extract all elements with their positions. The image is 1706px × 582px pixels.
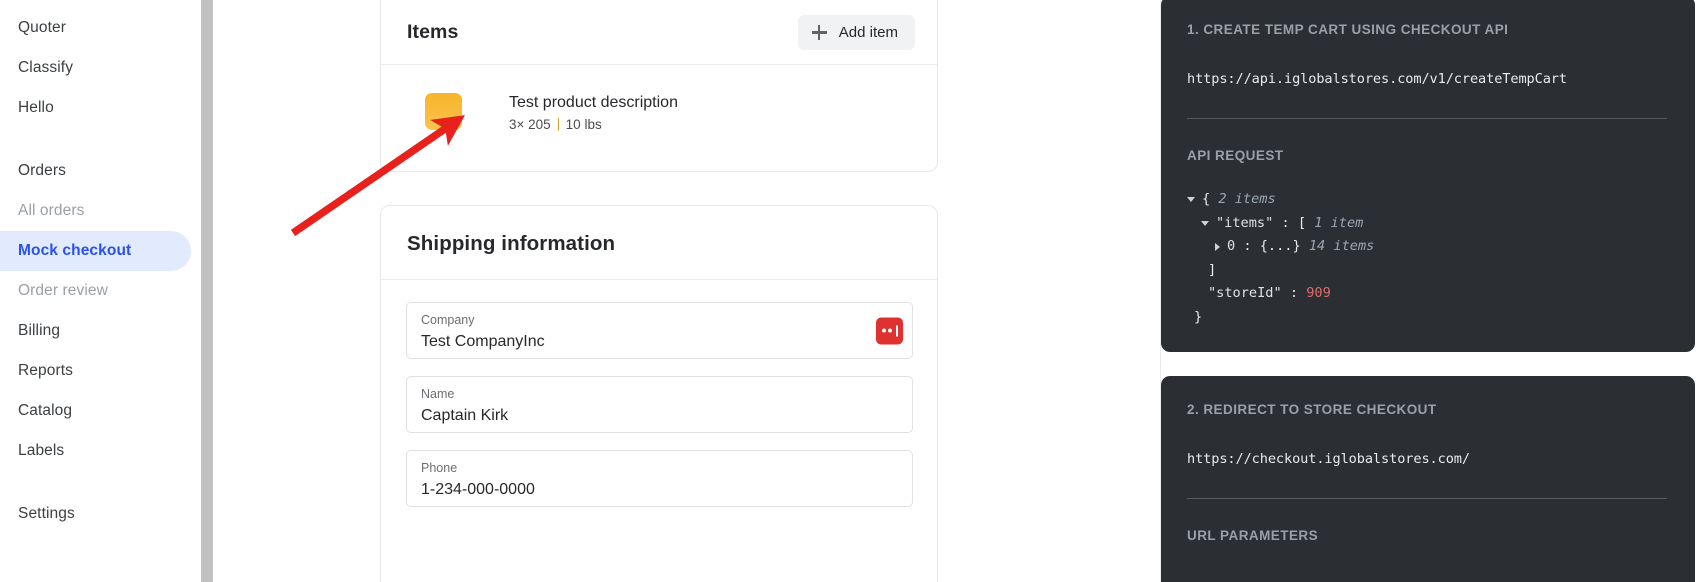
shipping-title: Shipping information xyxy=(407,231,616,255)
divider xyxy=(1187,118,1667,119)
sidebar-item-classify[interactable]: Classify xyxy=(0,48,191,88)
sidebar-item-label: Classify xyxy=(18,59,74,76)
sidebar-item-mock-checkout[interactable]: Mock checkout xyxy=(0,231,191,271)
sidebar-item-label: Settings xyxy=(18,505,75,522)
phone-value: 1-234-000-0000 xyxy=(421,481,535,498)
json-row-root[interactable]: { 2 items xyxy=(1187,188,1667,212)
json-item0-count: 14 items xyxy=(1308,238,1375,254)
company-label: Company xyxy=(421,313,475,327)
page-scrollbar[interactable] xyxy=(200,0,214,582)
json-row-storeid[interactable]: "storeId" : 909 xyxy=(1187,282,1667,306)
phone-label: Phone xyxy=(421,461,458,475)
shipping-card-header: Shipping information xyxy=(381,206,937,280)
product-weight: 10 lbs xyxy=(565,117,602,132)
step-2-url[interactable]: https://checkout.iglobalstores.com/ xyxy=(1187,451,1667,467)
json-row-array-close: ] xyxy=(1208,261,1217,278)
text-cursor xyxy=(895,325,898,336)
step-1-title: 1. CREATE TEMP CART USING CHECKOUT API xyxy=(1187,22,1509,37)
divider xyxy=(1187,498,1667,499)
sidebar-item-label: Mock checkout xyxy=(18,242,132,259)
dot-2 xyxy=(888,328,892,333)
sidebar-item-quoter[interactable]: Quoter xyxy=(0,8,191,48)
product-name: Test product description xyxy=(509,94,678,111)
json-root-count: 2 items xyxy=(1218,191,1276,207)
step-2-title: 2. REDIRECT TO STORE CHECKOUT xyxy=(1187,402,1437,417)
sidebar-item-label: Order review xyxy=(18,282,108,299)
sidebar-item-billing[interactable]: Billing xyxy=(0,311,191,351)
app-root: Quoter Classify Hello Orders All orders … xyxy=(0,0,1706,582)
main-content: Items Add item Test product description … xyxy=(213,0,1160,582)
api-steps-panel: 1. CREATE TEMP CART USING CHECKOUT API h… xyxy=(1160,0,1706,582)
sidebar-item-orders[interactable]: Orders xyxy=(0,151,191,191)
dot-1 xyxy=(881,328,886,333)
name-value: Captain Kirk xyxy=(421,407,509,424)
json-items-count: 1 item xyxy=(1314,214,1364,231)
sidebar-item-label: Hello xyxy=(18,99,54,116)
chevron-down-icon[interactable] xyxy=(1201,220,1209,226)
items-title: Items xyxy=(407,21,459,43)
items-card: Items Add item Test product description … xyxy=(380,0,938,172)
json-row-root-close: } xyxy=(1194,308,1203,325)
add-item-button[interactable]: Add item xyxy=(797,15,915,50)
name-field[interactable]: Name Captain Kirk xyxy=(406,376,913,433)
sidebar: Quoter Classify Hello Orders All orders … xyxy=(0,0,200,582)
step-1-panel: 1. CREATE TEMP CART USING CHECKOUT API h… xyxy=(1161,0,1695,352)
sidebar-item-hello[interactable]: Hello xyxy=(0,88,191,128)
step-2-panel: 2. REDIRECT TO STORE CHECKOUT https://ch… xyxy=(1161,376,1695,582)
product-info: Test product description 3× 205 10 lbs xyxy=(509,93,678,132)
name-label: Name xyxy=(421,387,455,401)
sidebar-divider-gap xyxy=(0,128,200,151)
sidebar-item-label: Orders xyxy=(18,162,66,179)
product-quantity: 3× 205 xyxy=(509,117,551,132)
chevron-down-icon[interactable] xyxy=(1187,197,1195,203)
product-thumbnail xyxy=(425,93,462,130)
shipping-fields: Company Test CompanyInc Name Captain Kir… xyxy=(381,280,937,507)
item-list-row[interactable]: Test product description 3× 205 10 lbs xyxy=(381,65,937,132)
json-row-item-0[interactable]: 0 : {...} 14 items xyxy=(1187,235,1667,259)
sidebar-item-labels[interactable]: Labels xyxy=(0,431,191,471)
json-storeid-value: 909 xyxy=(1306,285,1331,301)
sidebar-item-label: Catalog xyxy=(18,402,73,419)
sidebar-item-catalog[interactable]: Catalog xyxy=(0,391,191,431)
sidebar-item-all-orders[interactable]: All orders xyxy=(0,191,191,231)
sidebar-item-label: Reports xyxy=(18,362,73,379)
sidebar-divider-gap-2 xyxy=(0,471,200,494)
dots-badge-icon[interactable] xyxy=(876,317,903,344)
shipping-information-card: Shipping information Company Test Compan… xyxy=(380,205,938,582)
product-meta: 3× 205 10 lbs xyxy=(509,117,678,132)
sidebar-item-label: Labels xyxy=(18,442,65,459)
plus-icon xyxy=(811,25,827,40)
sidebar-item-label: All orders xyxy=(18,202,85,219)
phone-field[interactable]: Phone 1-234-000-0000 xyxy=(406,450,913,507)
company-field[interactable]: Company Test CompanyInc xyxy=(406,302,913,359)
sidebar-item-settings[interactable]: Settings xyxy=(0,494,191,534)
sidebar-item-label: Quoter xyxy=(18,19,66,36)
url-parameters-label: URL PARAMETERS xyxy=(1187,528,1319,543)
add-item-label: Add item xyxy=(838,24,898,41)
sidebar-item-label: Billing xyxy=(18,322,61,339)
sidebar-item-order-review[interactable]: Order review xyxy=(0,271,191,311)
api-request-label: API REQUEST xyxy=(1187,148,1284,163)
chevron-right-icon[interactable] xyxy=(1215,242,1220,251)
step-1-url[interactable]: https://api.iglobalstores.com/v1/createT… xyxy=(1187,71,1667,87)
items-card-header: Items Add item xyxy=(381,0,937,65)
sidebar-item-reports[interactable]: Reports xyxy=(0,351,191,391)
json-row-items[interactable]: "items" : [ 1 item xyxy=(1187,212,1667,236)
company-value: Test CompanyInc xyxy=(421,333,545,350)
meta-separator xyxy=(557,118,559,131)
json-tree-viewer[interactable]: { 2 items "items" : [ 1 item 0 : {...} 1… xyxy=(1187,188,1667,329)
